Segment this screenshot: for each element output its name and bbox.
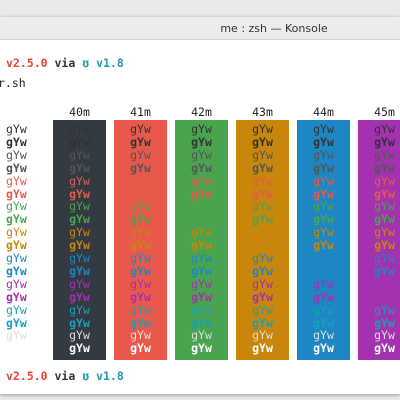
color-cell: gYw xyxy=(313,160,334,175)
color-cell: gYw xyxy=(374,173,395,188)
color-cell: gYw xyxy=(69,160,90,175)
row-sample: gYw xyxy=(6,263,27,278)
color-cell: gYw xyxy=(130,276,151,291)
go-version-label: v1.8 xyxy=(96,369,124,383)
via-label: via xyxy=(54,369,76,383)
color-cell: gYw xyxy=(191,160,212,175)
title-bar[interactable]: me : zsh — Konsole xyxy=(0,17,400,40)
column-header: 40m xyxy=(69,105,90,119)
color-cell: gYw xyxy=(191,147,212,162)
color-cell: gYw xyxy=(191,302,212,317)
color-cell: gYw xyxy=(252,289,273,304)
go-version-label: v1.8 xyxy=(96,56,124,70)
color-cell: gYw xyxy=(374,134,395,149)
row-sample: gYw xyxy=(6,134,27,149)
gopher-icon: ʊ xyxy=(82,369,90,383)
color-cell: gYw xyxy=(252,341,273,356)
color-cell: gYw xyxy=(130,134,151,149)
color-cell: gYw xyxy=(374,289,395,304)
color-cell: gYw xyxy=(313,263,334,278)
color-cell: gYw xyxy=(191,289,212,304)
row-sample: gYw xyxy=(6,173,27,188)
version-label: v2.5.0 xyxy=(6,56,48,70)
color-cell: gYw xyxy=(313,289,334,304)
color-cell: gYw xyxy=(313,134,334,149)
column-header: 44m xyxy=(313,105,334,119)
row-sample: gYw xyxy=(6,147,27,162)
color-cell: gYw xyxy=(191,276,212,291)
color-cell: gYw xyxy=(252,173,273,188)
color-cell: gYw xyxy=(130,341,151,356)
color-cell: gYw xyxy=(374,302,395,317)
color-cell: gYw xyxy=(313,302,334,317)
color-cell: gYw xyxy=(191,173,212,188)
prompt-line-top: v2.5.0 via ʊ v1.8 xyxy=(6,56,124,70)
row-sample: gYw xyxy=(6,341,27,356)
color-cell: gYw xyxy=(252,147,273,162)
color-cell: gYw xyxy=(374,276,395,291)
color-cell: gYw xyxy=(191,341,212,356)
color-cell: gYw xyxy=(313,276,334,291)
color-cell: gYw xyxy=(69,134,90,149)
color-cell: gYw xyxy=(374,341,395,356)
column-header: 43m xyxy=(252,105,273,119)
color-cell: gYw xyxy=(69,263,90,278)
color-cell: gYw xyxy=(374,263,395,278)
color-cell: gYw xyxy=(130,263,151,278)
color-cell: gYw xyxy=(69,341,90,356)
color-cell: gYw xyxy=(69,276,90,291)
color-cell: gYw xyxy=(374,160,395,175)
version-label: v2.5.0 xyxy=(6,369,48,383)
column-header: 45m xyxy=(374,105,395,119)
window-title: me : zsh — Konsole xyxy=(220,22,328,35)
prompt-line-bottom: v2.5.0 via ʊ v1.8 xyxy=(6,369,124,383)
via-label: via xyxy=(54,56,76,70)
row-sample: gYw xyxy=(6,302,27,317)
script-name: r.sh xyxy=(0,76,26,90)
terminal-window: me : zsh — Konsole v2.5.0 via ʊ v1.8 r.s… xyxy=(0,17,400,394)
color-cell: gYw xyxy=(130,302,151,317)
color-cell: gYw xyxy=(69,289,90,304)
color-cell: gYw xyxy=(374,147,395,162)
row-sample: gYw xyxy=(6,276,27,291)
color-cell: gYw xyxy=(191,263,212,278)
row-sample: gYw xyxy=(6,289,27,304)
color-cell: gYw xyxy=(313,147,334,162)
color-cell: gYw xyxy=(313,341,334,356)
color-cell: gYw xyxy=(69,147,90,162)
color-cell: gYw xyxy=(313,173,334,188)
row-sample: gYw xyxy=(6,160,27,175)
color-cell: gYw xyxy=(130,160,151,175)
color-cell: gYw xyxy=(252,134,273,149)
color-cell: gYw xyxy=(69,302,90,317)
color-cell: gYw xyxy=(252,263,273,278)
column-header: 41m xyxy=(130,105,151,119)
color-cell: gYw xyxy=(130,289,151,304)
color-cell: gYw xyxy=(130,173,151,188)
color-cell: gYw xyxy=(130,147,151,162)
color-cell: gYw xyxy=(252,302,273,317)
color-cell: gYw xyxy=(252,160,273,175)
color-cell: gYw xyxy=(191,134,212,149)
color-cell: gYw xyxy=(252,276,273,291)
column-header: 42m xyxy=(191,105,212,119)
gopher-icon: ʊ xyxy=(82,56,90,70)
color-cell: gYw xyxy=(69,173,90,188)
